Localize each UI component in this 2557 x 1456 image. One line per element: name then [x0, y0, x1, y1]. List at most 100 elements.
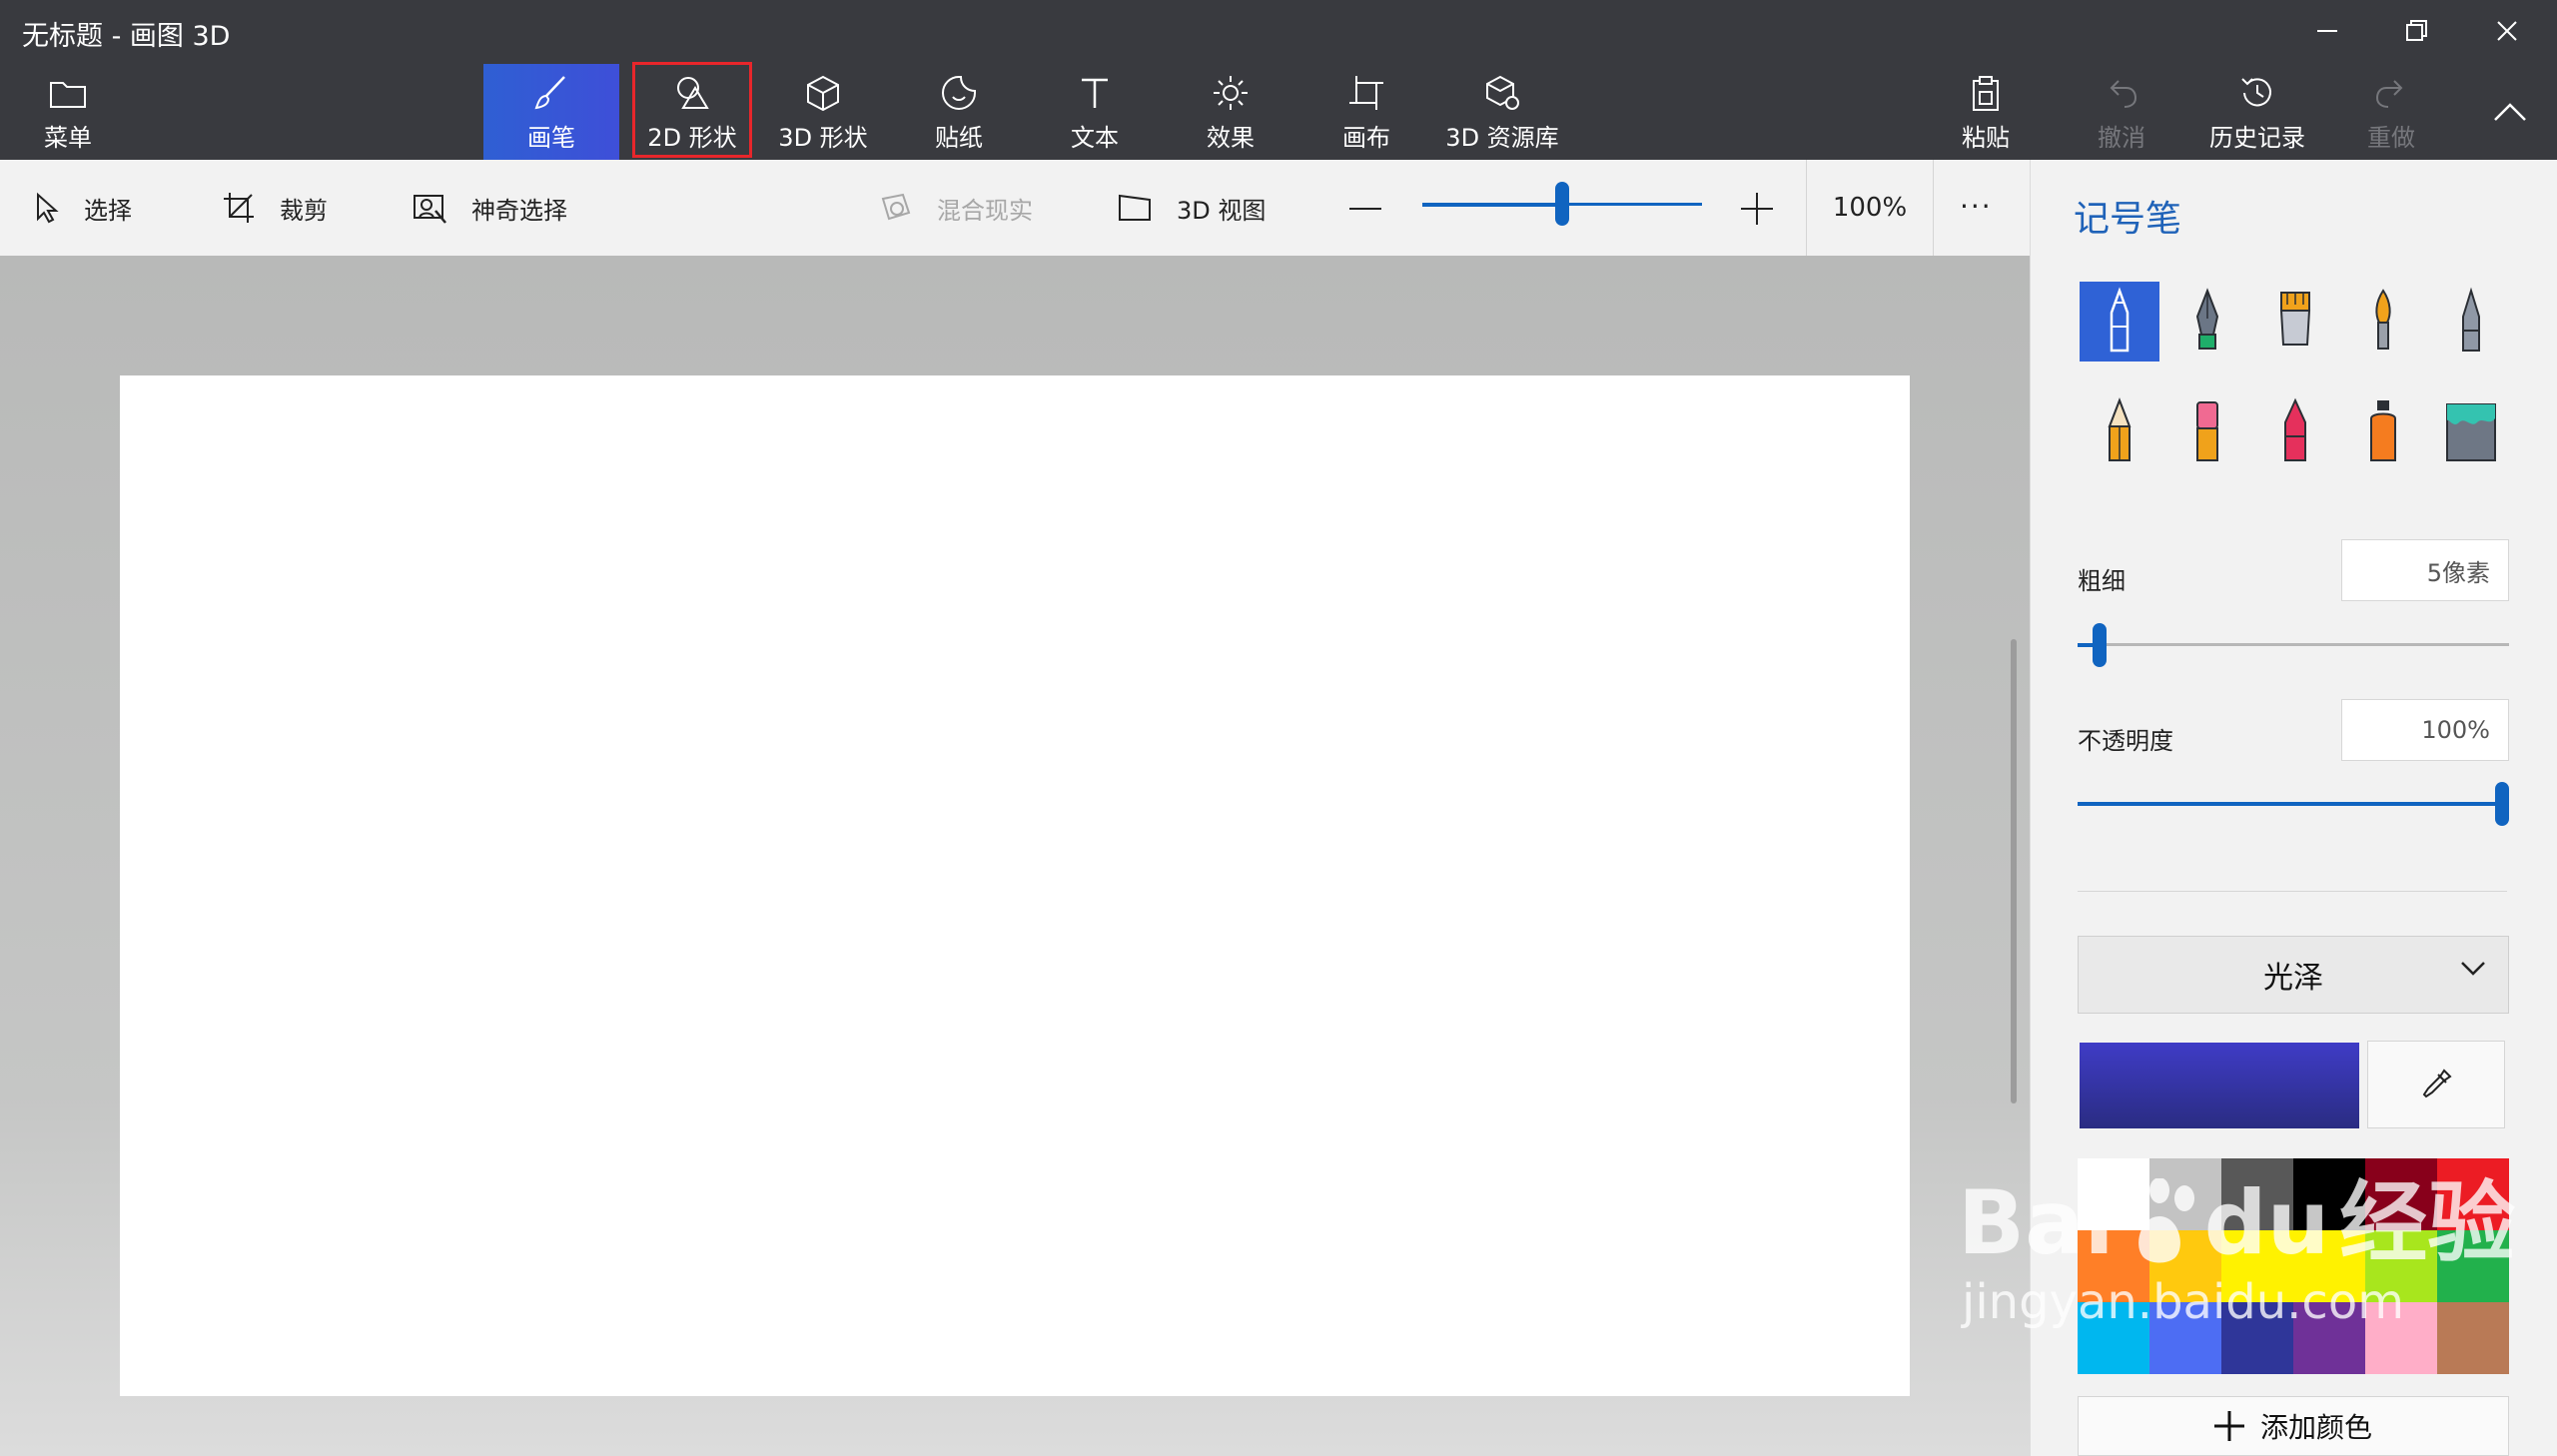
- magic-select-tool[interactable]: 神奇选择: [412, 160, 567, 256]
- brush-icon: [532, 72, 570, 114]
- palette-swatch[interactable]: [2149, 1230, 2221, 1302]
- select-tool[interactable]: 选择: [34, 160, 132, 256]
- palette-swatch[interactable]: [2078, 1230, 2149, 1302]
- opacity-label: 不透明度: [2078, 727, 2173, 755]
- thickness-slider[interactable]: [2078, 623, 2509, 667]
- 3d-view-label: 3D 视图: [1177, 196, 1267, 225]
- palette-swatch[interactable]: [2437, 1302, 2509, 1374]
- palette-swatch[interactable]: [2365, 1302, 2437, 1374]
- redo-icon: [2372, 72, 2410, 114]
- palette-swatch[interactable]: [2078, 1302, 2149, 1374]
- mixed-reality-icon: [879, 193, 913, 223]
- zoom-slider-thumb[interactable]: [1555, 182, 1569, 226]
- redo-button[interactable]: 重做: [2343, 64, 2439, 160]
- opacity-slider-thumb[interactable]: [2495, 782, 2509, 826]
- add-color-button[interactable]: 添加颜色: [2078, 1396, 2509, 1456]
- more-options-button[interactable]: ···: [1960, 190, 1993, 223]
- tab-text-label: 文本: [1071, 124, 1119, 152]
- cube-icon: [804, 72, 842, 114]
- undo-button[interactable]: 撤消: [2074, 64, 2169, 160]
- palette-swatch[interactable]: [2437, 1158, 2509, 1230]
- chevron-up-icon: [2494, 103, 2526, 121]
- zoom-in-button[interactable]: [1740, 192, 1774, 226]
- menu-label: 菜单: [44, 124, 92, 152]
- chevron-down-icon: [2461, 962, 2485, 976]
- fill-bucket-icon[interactable]: [2431, 391, 2511, 471]
- opacity-input[interactable]: 100%: [2341, 699, 2509, 761]
- highlight-box: [632, 62, 752, 158]
- palette-swatch[interactable]: [2078, 1158, 2149, 1230]
- palette-swatch[interactable]: [2437, 1230, 2509, 1302]
- tab-3d-shapes[interactable]: 3D 形状: [769, 64, 877, 160]
- history-button[interactable]: 历史记录: [2197, 64, 2317, 160]
- sticker-icon: [940, 72, 978, 114]
- zoom-out-button[interactable]: [1348, 192, 1382, 226]
- marker-icon[interactable]: [2080, 282, 2159, 362]
- restore-button[interactable]: [2372, 0, 2462, 62]
- palette-swatch[interactable]: [2221, 1230, 2293, 1302]
- mixed-reality-button[interactable]: 混合现实: [879, 160, 1033, 256]
- finish-dropdown[interactable]: 光泽: [2078, 936, 2509, 1014]
- minimize-icon: [2317, 30, 2337, 32]
- palette-swatch[interactable]: [2221, 1302, 2293, 1374]
- palette-swatch[interactable]: [2149, 1302, 2221, 1374]
- vertical-scrollbar[interactable]: [2011, 639, 2017, 1103]
- redo-label: 重做: [2367, 124, 2415, 152]
- palette-swatch[interactable]: [2365, 1158, 2437, 1230]
- eraser-icon[interactable]: [2167, 391, 2247, 471]
- palette-swatch[interactable]: [2221, 1158, 2293, 1230]
- watercolor-icon[interactable]: [2343, 282, 2423, 362]
- finish-value: 光泽: [2263, 961, 2323, 996]
- crayon-icon[interactable]: [2255, 391, 2335, 471]
- current-color-swatch[interactable]: [2080, 1043, 2359, 1128]
- crop-tool[interactable]: 裁剪: [222, 160, 328, 256]
- close-button[interactable]: [2462, 0, 2552, 62]
- minus-icon: [1349, 208, 1381, 210]
- tab-stickers[interactable]: 贴纸: [911, 64, 1007, 160]
- minimize-button[interactable]: [2282, 0, 2372, 62]
- window-title: 无标题 - 画图 3D: [22, 21, 231, 52]
- panel-title: 记号笔: [2074, 199, 2182, 240]
- eyedropper-button[interactable]: [2367, 1041, 2505, 1128]
- oil-brush-icon[interactable]: [2255, 282, 2335, 362]
- thickness-input[interactable]: 5像素: [2341, 539, 2509, 601]
- opacity-slider-fill: [2078, 802, 2509, 806]
- mixed-reality-label: 混合现实: [937, 196, 1033, 225]
- tab-3d-library-label: 3D 资源库: [1445, 124, 1559, 152]
- menu-button[interactable]: 菜单: [20, 64, 116, 160]
- palette-swatch[interactable]: [2293, 1230, 2365, 1302]
- tab-canvas-label: 画布: [1342, 124, 1390, 152]
- palette-swatch[interactable]: [2293, 1302, 2365, 1374]
- tab-effects[interactable]: 效果: [1183, 64, 1278, 160]
- calligraphy-pen-icon[interactable]: [2167, 282, 2247, 362]
- pixel-pen-icon[interactable]: [2431, 282, 2511, 362]
- plus-icon: [2213, 1411, 2244, 1441]
- collapse-ribbon-button[interactable]: [2485, 92, 2535, 132]
- crop-label: 裁剪: [280, 196, 328, 225]
- zoom-percent[interactable]: 100%: [1806, 160, 1934, 256]
- paste-label: 粘贴: [1962, 124, 2010, 152]
- tab-3d-library[interactable]: 3D 资源库: [1438, 64, 1566, 160]
- plus-icon: [1741, 193, 1773, 225]
- 3d-library-icon: [1483, 72, 1521, 114]
- palette-swatch[interactable]: [2365, 1230, 2437, 1302]
- tab-3d-shapes-label: 3D 形状: [778, 124, 868, 152]
- palette-swatch[interactable]: [2149, 1158, 2221, 1230]
- paste-button[interactable]: 粘贴: [1938, 64, 2034, 160]
- magic-select-label: 神奇选择: [471, 196, 567, 225]
- drawing-canvas[interactable]: [120, 375, 1910, 1396]
- zoom-slider-fill: [1422, 203, 1562, 207]
- tab-text[interactable]: 文本: [1047, 64, 1143, 160]
- 3d-view-icon: [1117, 193, 1153, 223]
- 3d-view-button[interactable]: 3D 视图: [1117, 160, 1266, 256]
- pencil-icon[interactable]: [2080, 391, 2159, 471]
- palette-swatch[interactable]: [2293, 1158, 2365, 1230]
- zoom-slider[interactable]: [1422, 182, 1702, 226]
- select-label: 选择: [84, 196, 132, 225]
- ribbon-bar: [0, 0, 2557, 160]
- tab-brushes[interactable]: 画笔: [483, 64, 619, 160]
- spray-can-icon[interactable]: [2343, 391, 2423, 471]
- tab-canvas[interactable]: 画布: [1318, 64, 1414, 160]
- opacity-slider[interactable]: [2078, 782, 2509, 826]
- thickness-slider-thumb[interactable]: [2092, 623, 2107, 667]
